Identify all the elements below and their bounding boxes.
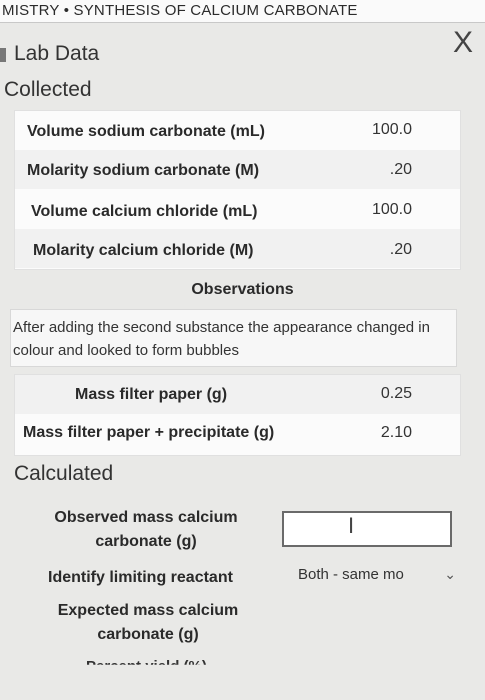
limiting-reactant-select[interactable]: Both - same mo ⌄ xyxy=(298,566,460,592)
observed-mass-label-line2: carbonate (g) xyxy=(95,533,197,550)
observed-mass-label-line1: Observed mass calcium xyxy=(54,509,238,526)
mass-row: Mass filter paper (g) 0.25 xyxy=(15,375,460,414)
mass-panel: Mass filter paper (g) 0.25 Mass filter p… xyxy=(14,374,461,456)
observations-box: After adding the second substance the ap… xyxy=(10,309,457,367)
lab-data-heading-text: Lab Data xyxy=(14,42,100,65)
collected-row: Molarity calcium chloride (M) .20 xyxy=(15,229,460,268)
observations-text: After adding the second substance the ap… xyxy=(13,319,430,359)
row-value: 100.0 xyxy=(371,121,412,138)
row-label: Molarity sodium carbonate (M) xyxy=(27,162,260,179)
text-cursor-icon: I xyxy=(348,513,355,538)
expected-mass-label-line2: carbonate (g) xyxy=(97,626,199,643)
mass-row: Mass filter paper + precipitate (g) 2.10 xyxy=(15,414,460,453)
row-label: Mass filter paper (g) xyxy=(75,386,228,403)
collected-row: Volume sodium carbonate (mL) 100.0 xyxy=(15,111,460,150)
limiting-reactant-label: Identify limiting reactant xyxy=(48,569,233,586)
row-value: 0.25 xyxy=(380,385,412,402)
observations-title: Observations xyxy=(191,281,294,298)
app-title: MISTRY • SYNTHESIS OF CALCIUM CARBONATE xyxy=(2,2,358,19)
row-label: Volume calcium chloride (mL) xyxy=(31,203,258,220)
expected-mass-label: Expected mass calcium carbonate (g) xyxy=(48,599,248,647)
percent-yield-label: Percent yield (%) xyxy=(86,658,207,675)
row-label: Mass filter paper + precipitate (g) xyxy=(23,424,275,441)
expected-mass-label-line1: Expected mass calcium xyxy=(57,602,239,619)
top-bar: MISTRY • SYNTHESIS OF CALCIUM CARBONATE xyxy=(0,0,485,23)
collected-row: Molarity sodium carbonate (M) .20 xyxy=(15,150,460,189)
chevron-down-icon: ⌄ xyxy=(444,566,456,582)
observed-mass-label: Observed mass calcium carbonate (g) xyxy=(46,506,246,554)
lab-data-heading: Lab Data xyxy=(0,42,100,66)
row-label: Molarity calcium chloride (M) xyxy=(33,242,254,259)
row-value: .20 xyxy=(389,161,412,178)
limiting-reactant-value: Both - same mo xyxy=(298,566,404,583)
section-marker xyxy=(0,48,6,62)
row-value: 2.10 xyxy=(380,424,412,441)
collected-heading: Collected xyxy=(4,78,92,101)
row-label: Volume sodium carbonate (mL) xyxy=(27,123,265,140)
collected-row: Volume calcium chloride (mL) 100.0 xyxy=(15,190,460,229)
row-value: .20 xyxy=(389,241,412,258)
collected-panel: Volume sodium carbonate (mL) 100.0 Molar… xyxy=(14,110,461,270)
calculated-heading: Calculated xyxy=(14,462,114,485)
row-value: 100.0 xyxy=(371,201,412,218)
close-icon[interactable]: X xyxy=(453,28,473,58)
observed-mass-input[interactable]: I xyxy=(282,511,452,547)
